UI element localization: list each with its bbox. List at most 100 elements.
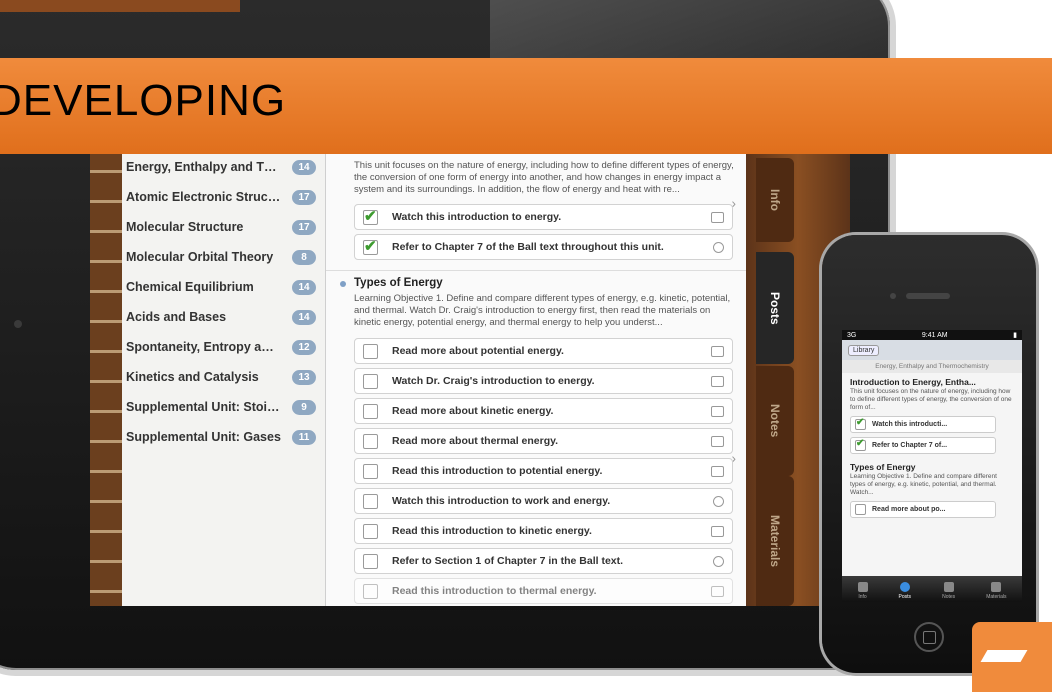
- unit-list: Energy, Enthalpy and Ther... 14 Atomic El…: [126, 152, 322, 452]
- task-label: Watch this introducti...: [872, 421, 948, 428]
- unit-label: Molecular Orbital Theory: [126, 250, 274, 264]
- ipad-camera: [14, 320, 22, 328]
- task-label: Read more about thermal energy.: [392, 435, 559, 447]
- unit-label: Supplemental Unit: Gases: [126, 430, 281, 444]
- checkbox[interactable]: [363, 583, 378, 599]
- task-row[interactable]: Read more about po...: [850, 501, 996, 518]
- task-row[interactable]: Read this introduction to potential ener…: [354, 458, 733, 484]
- task-row[interactable]: Read more about thermal energy.: [354, 428, 733, 454]
- unit-title: Introduction to Energy, Entha...: [850, 377, 976, 387]
- spiral-binding: [90, 130, 122, 606]
- checkbox-checked[interactable]: [855, 417, 866, 430]
- unit-label: Kinetics and Catalysis: [126, 370, 259, 384]
- chat-bubble-icon: [899, 582, 910, 592]
- document-icon: [711, 345, 724, 357]
- checkbox-checked[interactable]: [363, 237, 378, 255]
- unit-label: Spontaneity, Entropy and...: [126, 340, 281, 354]
- task-row[interactable]: Read more about kinetic energy.: [354, 398, 733, 424]
- video-icon: [711, 375, 724, 387]
- task-row[interactable]: Watch this introduction to work and ener…: [354, 488, 733, 514]
- brand-logo: [972, 622, 1052, 692]
- unit-content-pane: This unit focuses on the nature of energ…: [326, 130, 746, 606]
- materials-icon: [991, 582, 1002, 592]
- tab-posts-label: Posts: [768, 291, 782, 325]
- unit-label: Acids and Bases: [126, 310, 227, 324]
- task-row[interactable]: Read more about potential energy.: [354, 338, 733, 364]
- unit-item[interactable]: Atomic Electronic Structure 17: [126, 182, 322, 212]
- document-icon: [711, 585, 724, 597]
- banner-title: DEVELOPING: [0, 76, 287, 125]
- document-icon: [711, 525, 724, 537]
- video-icon: [711, 211, 724, 223]
- tab-posts[interactable]: Posts: [756, 252, 794, 364]
- task-label: Read more about kinetic energy.: [392, 405, 554, 417]
- checkbox[interactable]: [363, 463, 378, 479]
- checkbox[interactable]: [363, 403, 378, 419]
- unit-item[interactable]: Kinetics and Catalysis 13: [126, 362, 322, 392]
- status-bar: 3G 9:41 AM ▮: [842, 330, 1022, 340]
- unit-count-badge: 14: [292, 309, 316, 325]
- tab-info[interactable]: Info: [857, 582, 868, 602]
- tab-materials[interactable]: Materials: [986, 582, 1006, 602]
- task-label: Watch this introduction to energy.: [392, 211, 562, 223]
- unit-count-badge: 8: [292, 249, 316, 265]
- corner-decoration: [0, 0, 240, 12]
- section-title: Types of Energy: [850, 462, 916, 472]
- tab-info[interactable]: Info: [756, 158, 794, 242]
- checkbox[interactable]: [855, 504, 866, 515]
- home-button[interactable]: [914, 622, 944, 652]
- banner: DEVELOPING: [0, 58, 1052, 154]
- task-label: Refer to Chapter 7 of...: [872, 442, 948, 449]
- tab-notes-label: Notes: [768, 404, 782, 438]
- checkbox-checked[interactable]: [855, 438, 866, 451]
- task-row[interactable]: Read this introduction to thermal energy…: [354, 578, 733, 604]
- checkbox[interactable]: [363, 343, 378, 359]
- section-text: Learning Objective 1. Define and compare…: [850, 473, 997, 496]
- info-icon: [857, 582, 868, 592]
- task-label: Read this introduction to thermal energy…: [392, 585, 597, 597]
- checkbox[interactable]: [363, 553, 378, 569]
- tab-posts[interactable]: Posts: [899, 582, 911, 602]
- iphone-device: 3G 9:41 AM ▮ Library Energy, Enthalpy an…: [822, 235, 1036, 673]
- task-row[interactable]: Read this introduction to kinetic energy…: [354, 518, 733, 544]
- unit-item[interactable]: Supplemental Unit: Stoichi... 9: [126, 392, 322, 422]
- task-row[interactable]: Watch this introducti...: [850, 416, 996, 433]
- tab-label: Info: [858, 594, 867, 600]
- unit-label: Molecular Structure: [126, 220, 244, 234]
- checkbox[interactable]: [363, 373, 378, 389]
- checkbox-checked[interactable]: [363, 207, 378, 225]
- unit-item[interactable]: Energy, Enthalpy and Ther... 14: [126, 152, 322, 182]
- unit-item[interactable]: Supplemental Unit: Gases 11: [126, 422, 322, 452]
- task-label: Refer to Section 1 of Chapter 7 in the B…: [392, 555, 624, 567]
- checkbox[interactable]: [363, 433, 378, 449]
- unit-list-pane: Energy, Enthalpy and Ther... 14 Atomic El…: [90, 130, 326, 606]
- unit-item[interactable]: Acids and Bases 14: [126, 302, 322, 332]
- unit-count-badge: 17: [292, 189, 316, 205]
- task-row[interactable]: Refer to Chapter 7 of the Ball text thro…: [354, 234, 733, 260]
- unit-item[interactable]: Molecular Orbital Theory 8: [126, 242, 322, 272]
- task-row[interactable]: Refer to Chapter 7 of...: [850, 437, 996, 454]
- unit-item[interactable]: Chemical Equilibrium 14: [126, 272, 322, 302]
- unit-item[interactable]: Molecular Structure 17: [126, 212, 322, 242]
- task-row[interactable]: Watch this introduction to energy.: [354, 204, 733, 230]
- intro-text: This unit focuses on the nature of energ…: [354, 160, 734, 195]
- checkbox[interactable]: [363, 493, 378, 509]
- task-row[interactable]: Watch Dr. Craig's introduction to energy…: [354, 368, 733, 394]
- library-back-button[interactable]: Library: [848, 344, 880, 356]
- clock-icon: [713, 495, 724, 507]
- clock-icon: [713, 241, 724, 253]
- status-time: 9:41 AM: [921, 331, 948, 339]
- tab-notes[interactable]: Notes: [942, 582, 955, 602]
- task-row[interactable]: Refer to Section 1 of Chapter 7 in the B…: [354, 548, 733, 574]
- tab-materials[interactable]: Materials: [756, 476, 794, 606]
- unit-label: Atomic Electronic Structure: [126, 190, 281, 204]
- tab-label: Materials: [986, 594, 1007, 600]
- unit-item[interactable]: Spontaneity, Entropy and... 12: [126, 332, 322, 362]
- checkbox[interactable]: [363, 523, 378, 539]
- tab-notes[interactable]: Notes: [756, 366, 794, 476]
- tab-info-label: Info: [768, 189, 782, 211]
- unit-count-badge: 12: [292, 339, 316, 355]
- unit-text: This unit focuses on the nature of energ…: [850, 388, 1012, 411]
- signal-label: 3G: [847, 331, 857, 339]
- document-icon: [711, 435, 724, 447]
